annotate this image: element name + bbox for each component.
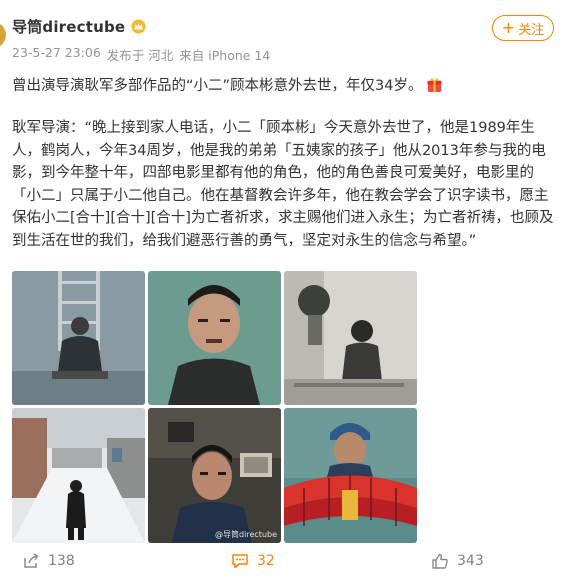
author-name[interactable]: 导筒directube [12, 16, 125, 37]
image-thumb-1[interactable] [12, 271, 145, 405]
post-title-text: 曾出演导演耿军多部作品的“小二”顾本彬意外去世，年仅34岁。 [12, 78, 423, 94]
image-thumb-4[interactable] [12, 408, 145, 543]
share-count: 138 [48, 553, 75, 569]
comment-icon [232, 554, 248, 569]
comment-count: 32 [257, 553, 275, 569]
avatar[interactable] [0, 22, 6, 48]
post-title-line: 曾出演导演耿军多部作品的“小二”顾本彬意外去世，年仅34岁。 [12, 74, 443, 95]
image-thumb-6[interactable] [284, 408, 417, 543]
author-row: 导筒directube [12, 16, 146, 37]
like-count: 343 [457, 553, 484, 569]
image-watermark: @导筒directube [215, 530, 277, 539]
action-bar: 138 32 343 [0, 548, 568, 576]
post-quote: 耿军导演：“晚上接到家人电话，小二「顾本彬」今天意外去世了，他是1989年生人，… [12, 120, 554, 249]
weibo-post-card: 导筒directube 23-5-27 23:06 发布于 河北 来自 iPho… [0, 0, 568, 580]
plus-icon: + [501, 17, 516, 37]
post-location: 发布于 河北 [106, 48, 174, 63]
like-action[interactable]: 343 [431, 552, 484, 570]
image-thumb-2[interactable] [148, 271, 281, 405]
red-gift-icon [427, 78, 443, 93]
thumbs-up-icon [432, 553, 448, 569]
post-source: 来自 iPhone 14 [179, 48, 271, 63]
comment-action[interactable]: 32 [231, 552, 275, 570]
follow-button[interactable]: + 关注 [492, 15, 554, 41]
follow-label: 关注 [518, 22, 545, 38]
image-thumb-3[interactable] [284, 271, 417, 405]
post-meta: 23-5-27 23:06 发布于 河北 来自 iPhone 14 [12, 45, 270, 64]
share-action[interactable]: 138 [22, 552, 75, 570]
crown-badge-icon [131, 19, 146, 34]
post-date[interactable]: 23-5-27 23:06 [12, 45, 101, 64]
image-thumb-5[interactable]: @导筒directube [148, 408, 281, 543]
share-icon [24, 553, 39, 568]
